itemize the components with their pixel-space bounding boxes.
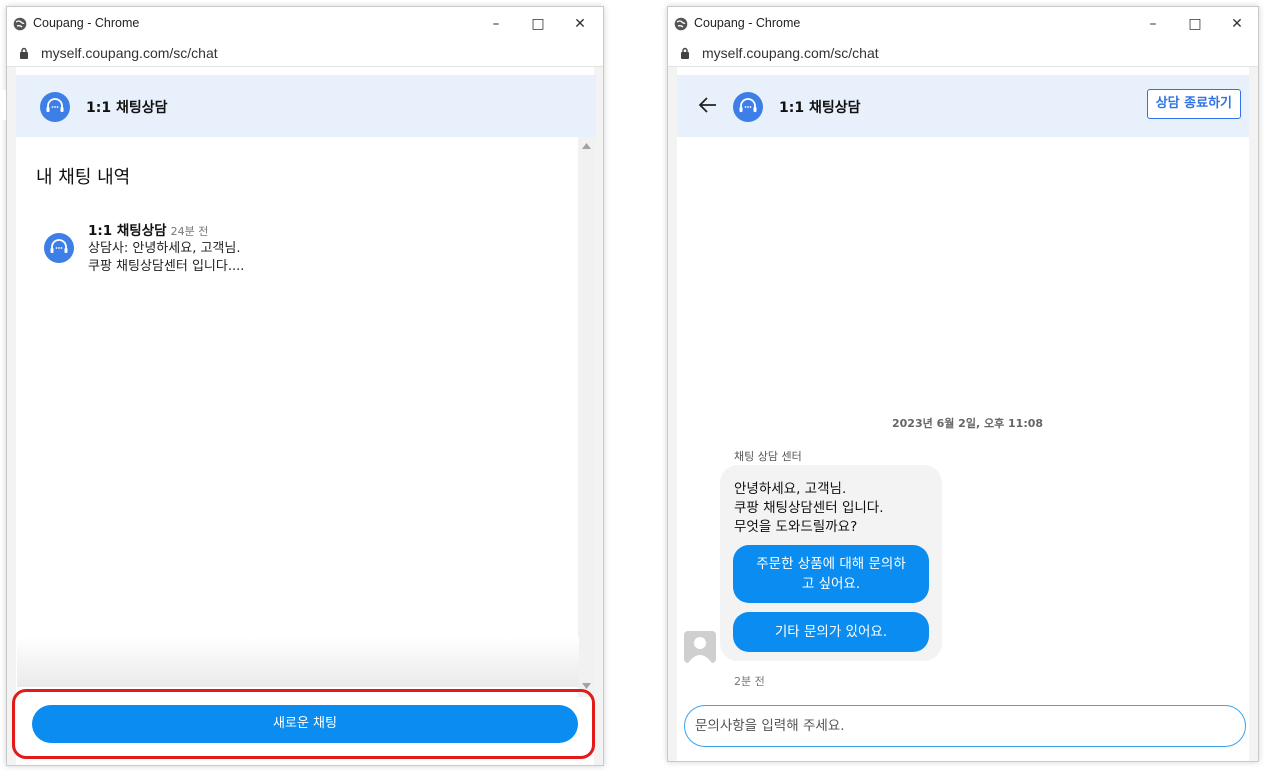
address-bar[interactable]: myself.coupang.com/sc/chat — [7, 41, 603, 67]
headset-icon — [40, 92, 70, 122]
chat-header: 1:1 채팅상담 — [16, 75, 596, 137]
maximize-icon[interactable]: □ — [1184, 13, 1206, 35]
user-icon — [688, 637, 712, 663]
page-edge-left — [7, 67, 16, 765]
message-age: 2분 전 — [734, 675, 765, 688]
message-line: 쿠팡 채팅상담센터 입니다. — [734, 500, 884, 516]
chat-title: 1:1 채팅상담 — [86, 100, 168, 116]
message-bubble: 안녕하세요, 고객님. 쿠팡 채팅상담센터 입니다. 무엇을 도와드릴까요? 주… — [720, 465, 942, 661]
highlight-box — [12, 689, 595, 759]
chat-input[interactable] — [695, 714, 1225, 738]
chrome-window-right: Coupang - Chrome – □ ✕ myself.coupang.co… — [667, 6, 1259, 762]
option-other-inquiry-button[interactable]: 기타 문의가 있어요. — [733, 612, 929, 652]
message-line: 안녕하세요, 고객님. — [734, 481, 847, 497]
close-icon[interactable]: ✕ — [1226, 13, 1248, 35]
avatar — [684, 631, 716, 663]
lock-icon — [681, 47, 689, 59]
option-label-line1: 주문한 상품에 대해 문의하 — [756, 556, 906, 572]
address-bar[interactable]: myself.coupang.com/sc/chat — [668, 41, 1258, 67]
lock-icon — [20, 47, 28, 59]
chat-input-wrapper[interactable] — [684, 705, 1246, 747]
bg-fragment — [0, 90, 6, 120]
chat-item-name: 1:1 채팅상담 24분 전 — [88, 219, 208, 239]
back-arrow-icon[interactable] — [699, 97, 717, 113]
end-consultation-button[interactable]: 상담 종료하기 — [1146, 89, 1241, 119]
chat-title: 1:1 채팅상담 — [779, 100, 861, 116]
globe-icon — [674, 17, 688, 31]
chat-history-item[interactable]: 1:1 채팅상담 24분 전 상담사: 안녕하세요, 고객님. 쿠팡 채팅상담센터… — [44, 219, 544, 279]
scroll-up-icon[interactable] — [582, 143, 591, 149]
minimize-icon[interactable]: – — [1142, 13, 1164, 35]
close-icon[interactable]: ✕ — [569, 13, 591, 35]
option-label-line2: 고 싶어요. — [801, 576, 861, 592]
history-heading: 내 채팅 내역 — [36, 167, 131, 188]
page-edge-left — [668, 67, 677, 761]
message-timestamp: 2023년 6월 2일, 오후 11:08 — [892, 417, 1044, 430]
title-bar[interactable]: Coupang - Chrome – □ ✕ — [7, 7, 603, 41]
maximize-icon[interactable]: □ — [527, 13, 549, 35]
scrollbar[interactable] — [578, 137, 595, 697]
headset-icon — [733, 92, 763, 122]
list-fade — [17, 637, 579, 687]
url-text: myself.coupang.com/sc/chat — [41, 45, 218, 61]
page-edge-right — [1249, 67, 1258, 761]
page-edge-right — [594, 67, 603, 765]
window-title: Coupang - Chrome — [694, 16, 801, 30]
sender-name: 채팅 상담 센터 — [734, 450, 802, 463]
chrome-window-left: Coupang - Chrome – □ ✕ myself.coupang.co… — [6, 6, 604, 766]
message-line: 무엇을 도와드릴까요? — [734, 519, 858, 535]
scroll-down-icon[interactable] — [582, 683, 591, 689]
title-bar[interactable]: Coupang - Chrome – □ ✕ — [668, 7, 1258, 41]
minimize-icon[interactable]: – — [485, 13, 507, 35]
chat-item-preview-line2: 쿠팡 채팅상담센터 입니다.... — [88, 259, 245, 274]
chat-item-preview-line1: 상담사: 안녕하세요, 고객님. — [88, 241, 241, 256]
url-text: myself.coupang.com/sc/chat — [702, 45, 879, 61]
globe-icon — [13, 17, 27, 31]
window-title: Coupang - Chrome — [33, 16, 140, 30]
headset-icon — [44, 233, 74, 263]
option-order-inquiry-button[interactable]: 주문한 상품에 대해 문의하 고 싶어요. — [733, 545, 929, 603]
chat-header: 1:1 채팅상담 상담 종료하기 — [677, 75, 1249, 137]
chat-history-panel: 내 채팅 내역 1:1 채팅상담 24분 전 상담사: 안녕하세요, 고객님. 쿠… — [16, 137, 578, 697]
